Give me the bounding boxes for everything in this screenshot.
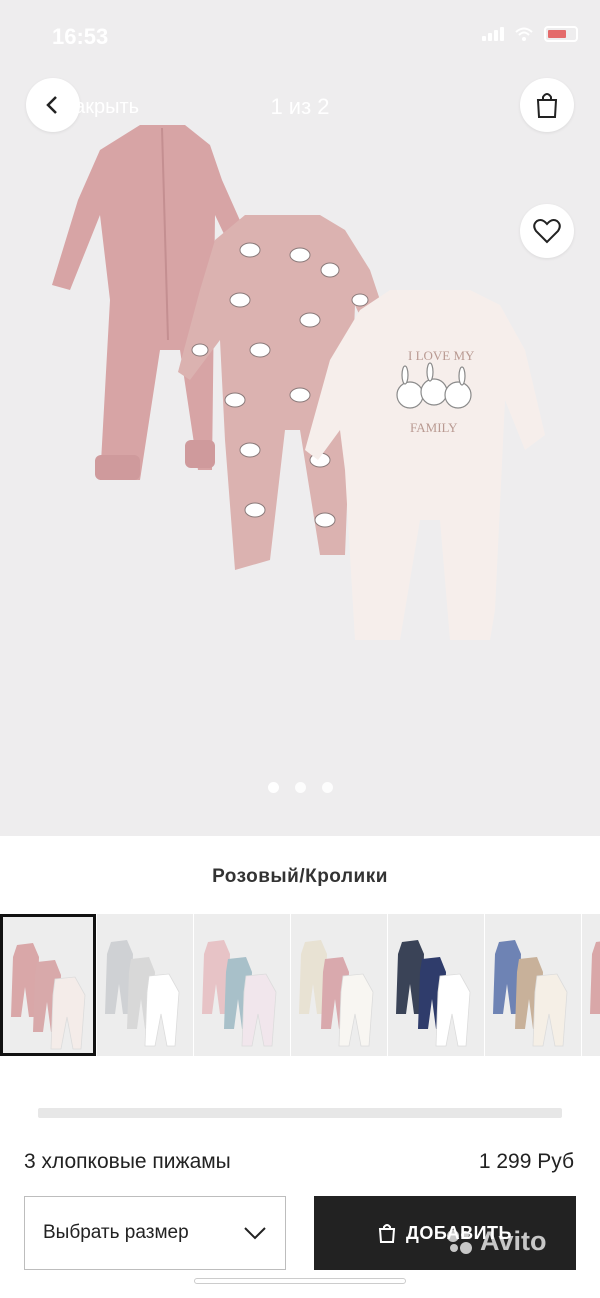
color-thumbnail[interactable]	[0, 914, 96, 1056]
product-price: 1 299 Руб	[478, 1150, 574, 1173]
color-thumbnail[interactable]	[97, 914, 193, 1056]
thumbnail-image	[493, 940, 568, 1047]
product-name: 3 хлопковые пижамы	[24, 1150, 231, 1173]
chevron-down-icon	[244, 1227, 266, 1240]
shopping-bag-button[interactable]	[520, 78, 574, 132]
thumbnail-image	[299, 940, 374, 1047]
battery-icon	[544, 26, 578, 42]
size-select[interactable]: Выбрать размер	[24, 1196, 286, 1270]
wifi-icon	[515, 27, 533, 41]
product-image-gallery[interactable]: I LOVE MY FAMILY 16:53 Закрыть 1 из 2	[0, 0, 600, 836]
add-to-cart-button[interactable]: ДОБАВИТЬ	[314, 1196, 576, 1270]
color-thumbnails	[0, 914, 600, 1060]
color-thumbnail[interactable]	[485, 914, 581, 1056]
gallery-dot[interactable]	[267, 782, 279, 793]
shopping-bag-icon	[378, 1224, 396, 1243]
status-time: 16:53	[52, 24, 109, 49]
svg-text:I LOVE MY: I LOVE MY	[408, 348, 475, 363]
color-thumbnail[interactable]	[582, 914, 600, 1056]
shopping-bag-icon	[536, 93, 558, 118]
thumbnail-image	[202, 940, 277, 1047]
scroll-indicator	[38, 1108, 562, 1118]
signal-icon	[482, 27, 504, 41]
status-icons	[482, 26, 578, 42]
selected-color-name: Розовый/Кролики	[212, 866, 388, 887]
page-indicator: 1 из 2	[270, 94, 330, 119]
status-bar: 16:53	[0, 0, 600, 70]
heart-icon	[533, 219, 561, 244]
gallery-dots	[0, 782, 600, 793]
size-select-label: Выбрать размер	[43, 1222, 189, 1243]
product-photo: I LOVE MY FAMILY	[52, 125, 545, 640]
favorite-button[interactable]	[520, 204, 574, 258]
thumbnail-image	[11, 943, 86, 1050]
thumbnail-image	[396, 940, 471, 1047]
color-thumbnail[interactable]	[388, 914, 484, 1056]
gallery-dot[interactable]	[321, 782, 333, 793]
add-to-cart-label: ДОБАВИТЬ	[406, 1222, 512, 1243]
gallery-dot[interactable]	[294, 782, 306, 793]
home-indicator[interactable]	[194, 1278, 406, 1284]
color-thumbnail[interactable]	[194, 914, 290, 1056]
svg-text:FAMILY: FAMILY	[410, 420, 458, 435]
thumbnail-image	[590, 941, 600, 1014]
color-thumbnail[interactable]	[291, 914, 387, 1056]
thumbnail-image	[105, 940, 180, 1047]
